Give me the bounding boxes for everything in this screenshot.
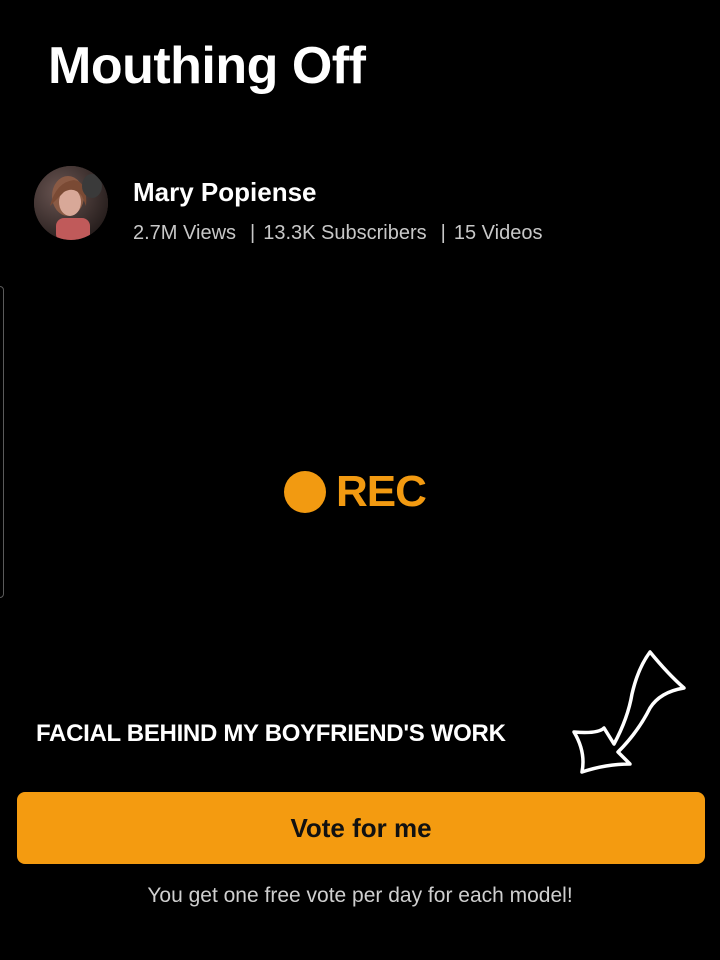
vote-button[interactable]: Vote for me [17, 792, 705, 864]
record-dot-icon [284, 471, 326, 513]
edge-panel-handle[interactable] [0, 286, 4, 598]
views-count: 2.7M Views [133, 222, 237, 244]
avatar[interactable] [34, 166, 108, 240]
rec-label: REC [336, 467, 427, 516]
page-title: Mouthing Off [48, 37, 366, 95]
subscribers-count: 13.3K Subscribers [263, 222, 427, 244]
stats-separator: | [440, 222, 446, 244]
app-screen: Mouthing Off Mary Popiense 2.7M Views | … [0, 0, 720, 960]
avatar-photo [34, 166, 108, 240]
channel-header[interactable]: Mary Popiense 2.7M Views | 13.3K Subscribe… [34, 166, 674, 245]
channel-stats: 2.7M Views | 13.3K Subscribers | 15 Videos [133, 222, 542, 245]
stats-separator: | [250, 222, 256, 244]
videos-count: 15 Videos [453, 222, 543, 244]
channel-name[interactable]: Mary Popiense [133, 177, 317, 208]
vote-note: You get one free vote per day for each m… [147, 884, 573, 907]
video-title: FACIAL BEHIND MY BOYFRIEND'S WORK [36, 720, 506, 747]
rec-indicator: REC [284, 467, 427, 516]
hand-drawn-arrow-icon [572, 650, 686, 774]
